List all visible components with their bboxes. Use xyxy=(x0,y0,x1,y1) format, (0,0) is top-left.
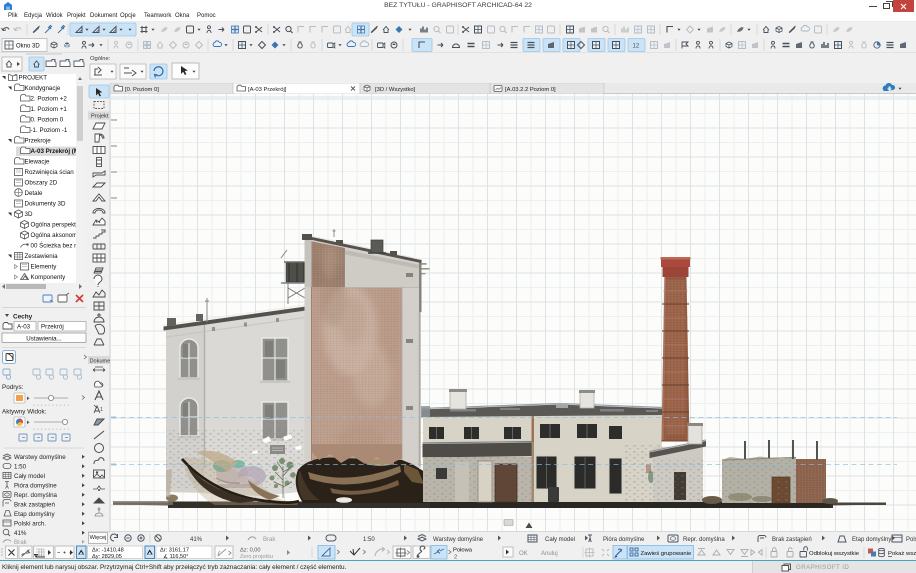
svg-text:A-03: A-03 xyxy=(17,324,31,331)
svg-text:Kondygnacje: Kondygnacje xyxy=(25,85,61,92)
svg-text:Pokaż wsz: Pokaż wsz xyxy=(888,551,916,557)
svg-text:Polski arch.: Polski arch. xyxy=(906,537,916,543)
svg-text:Brak zastąpień: Brak zastąpień xyxy=(14,501,55,508)
svg-text:Δx: -1410,48: Δx: -1410,48 xyxy=(92,548,124,554)
svg-text:Warstwy domyślne: Warstwy domyślne xyxy=(14,454,66,461)
svg-text:Połowa: Połowa xyxy=(453,548,473,554)
svg-text:Odblokuj wszystkie: Odblokuj wszystkie xyxy=(809,551,860,557)
svg-text:Zawieś grupowanie: Zawieś grupowanie xyxy=(641,551,692,557)
svg-text:OK: OK xyxy=(519,551,528,557)
svg-text:Repr. domyślna: Repr. domyślna xyxy=(683,537,725,543)
svg-text:0. Poziom 0: 0. Poziom 0 xyxy=(31,117,64,124)
svg-text:Aktywny Widok:: Aktywny Widok: xyxy=(2,409,47,416)
svg-text:[A-03 Przekrój]: [A-03 Przekrój] xyxy=(248,87,287,93)
svg-text:Elewacje: Elewacje xyxy=(25,159,50,166)
svg-text:Elementy: Elementy xyxy=(31,264,58,271)
svg-text:Zestawienia: Zestawienia xyxy=(25,253,59,260)
svg-text:Δz: 0,00: Δz: 0,00 xyxy=(240,548,261,554)
svg-text:Komponenty: Komponenty xyxy=(31,274,67,281)
svg-text:41%: 41% xyxy=(14,530,27,537)
svg-text:Przekrój: Przekrój xyxy=(41,324,64,331)
svg-text:Cechy: Cechy xyxy=(13,314,33,321)
svg-text:41%: 41% xyxy=(190,537,203,543)
svg-text:2. Poziom +2: 2. Poziom +2 xyxy=(31,96,68,103)
svg-text:Pióra domyślne: Pióra domyślne xyxy=(603,537,645,543)
svg-text:Obszary 2D: Obszary 2D xyxy=(25,180,58,187)
svg-text:Repr. domyślna: Repr. domyślna xyxy=(14,492,58,499)
svg-text:Przekroje: Przekroje xyxy=(25,138,52,145)
svg-text:Detale: Detale xyxy=(25,190,43,197)
svg-text:1:50: 1:50 xyxy=(14,463,27,470)
svg-text:[0. Poziom 0]: [0. Poziom 0] xyxy=(125,87,159,93)
svg-text:Rozwinięcia ścian: Rozwinięcia ścian xyxy=(25,169,75,176)
svg-text:Podrys:: Podrys: xyxy=(2,384,24,391)
svg-text:Brak: Brak xyxy=(263,537,276,543)
svg-text:Ustawienia...: Ustawienia... xyxy=(26,336,62,343)
svg-text:Warstwy domyślne: Warstwy domyślne xyxy=(433,537,484,543)
svg-text:[A.03.2.2 Poziom 0]: [A.03.2.2 Poziom 0] xyxy=(505,87,556,93)
svg-text:Cały model: Cały model xyxy=(545,537,575,543)
svg-text:1: 1 xyxy=(100,407,103,413)
svg-text:Ogólne:: Ogólne: xyxy=(90,56,111,62)
svg-text:1. Poziom +1: 1. Poziom +1 xyxy=(31,106,68,113)
svg-text:Okno 3D: Okno 3D xyxy=(16,44,40,50)
svg-text:-1. Poziom -1: -1. Poziom -1 xyxy=(31,127,68,134)
svg-text:Anuluj: Anuluj xyxy=(541,551,558,557)
svg-text:Brak zastąpień: Brak zastąpień xyxy=(772,537,812,543)
svg-text:Etap domyślny: Etap domyślny xyxy=(14,511,55,518)
svg-text:Δr: 3161,17: Δr: 3161,17 xyxy=(160,548,189,554)
svg-text:3D: 3D xyxy=(25,211,33,218)
svg-text:Polski arch.: Polski arch. xyxy=(14,520,46,527)
svg-text:Etap domyślny: Etap domyślny xyxy=(852,537,891,543)
svg-text:Dokume: Dokume xyxy=(90,359,111,365)
svg-text:12: 12 xyxy=(633,44,640,50)
svg-text:Pióra domyślne: Pióra domyślne xyxy=(14,482,57,489)
svg-text:[3D / Wszystko]: [3D / Wszystko] xyxy=(375,87,416,93)
svg-text:1:50: 1:50 xyxy=(363,537,375,543)
svg-text:PROJEKT: PROJEKT xyxy=(19,75,48,82)
svg-text:Projekt: Projekt xyxy=(91,114,109,120)
svg-text:Cały model: Cały model xyxy=(14,473,45,480)
svg-text:Dokumenty 3D: Dokumenty 3D xyxy=(25,201,66,208)
